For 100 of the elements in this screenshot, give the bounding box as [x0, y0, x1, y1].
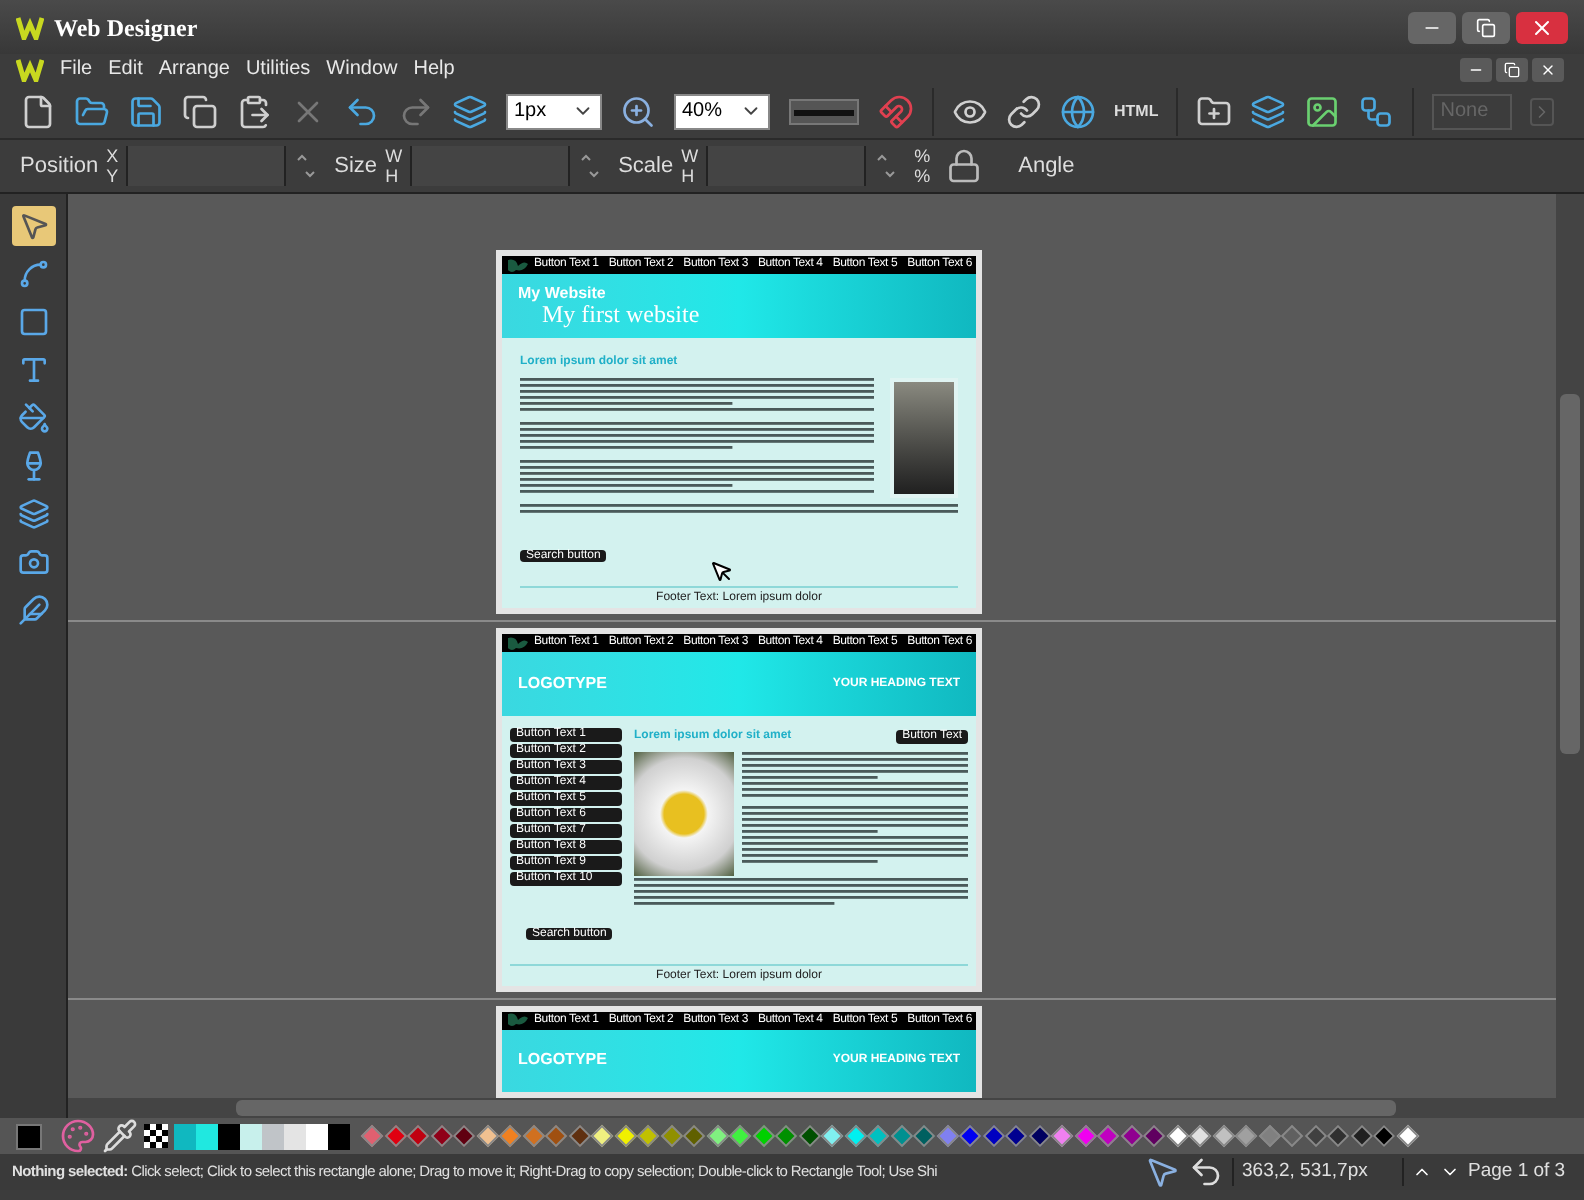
no-color-swatch[interactable] [16, 1123, 42, 1149]
color-swatch[interactable] [218, 1123, 240, 1149]
wrap-icon[interactable] [1188, 1154, 1224, 1190]
color-swatch[interactable] [1165, 1124, 1189, 1148]
color-swatch[interactable] [1372, 1124, 1396, 1148]
connector-icon[interactable] [1358, 93, 1395, 129]
color-swatch[interactable] [1142, 1124, 1166, 1148]
color-swatch[interactable] [567, 1124, 591, 1148]
color-swatch[interactable] [1303, 1124, 1327, 1148]
color-swatch[interactable] [751, 1124, 775, 1148]
restore-button[interactable] [1496, 57, 1528, 81]
color-swatch[interactable] [174, 1123, 196, 1149]
spinner-icon[interactable] [294, 152, 319, 180]
color-swatch[interactable] [1395, 1124, 1419, 1148]
color-swatch[interactable] [284, 1123, 306, 1149]
selection-icon[interactable] [1144, 1154, 1180, 1190]
save-icon[interactable] [128, 93, 164, 129]
color-swatch[interactable] [328, 1123, 350, 1149]
color-swatch[interactable] [521, 1124, 545, 1148]
color-swatch[interactable] [1004, 1124, 1028, 1148]
color-swatch[interactable] [705, 1124, 729, 1148]
spinner-icon[interactable] [874, 152, 899, 180]
color-swatch[interactable] [240, 1123, 262, 1149]
spinner-icon[interactable] [578, 152, 603, 180]
color-swatch[interactable] [452, 1124, 476, 1148]
color-swatch[interactable] [843, 1124, 867, 1148]
line-width-dropdown[interactable]: 1px [506, 93, 602, 129]
pointer-icon[interactable] [11, 206, 55, 246]
lock-icon[interactable] [946, 148, 983, 184]
color-swatch[interactable] [262, 1123, 284, 1149]
scrollbar-thumb[interactable] [1560, 394, 1580, 754]
eyedropper-icon[interactable] [102, 1118, 138, 1154]
color-swatch[interactable] [1280, 1124, 1304, 1148]
paste-icon[interactable] [236, 93, 272, 129]
restore-button[interactable] [1462, 11, 1510, 43]
color-swatch[interactable] [912, 1124, 936, 1148]
menu-item[interactable]: Utilities [245, 54, 311, 84]
zoom-icon[interactable] [620, 93, 656, 129]
menu-item[interactable]: Arrange [158, 54, 230, 84]
color-swatch[interactable] [1119, 1124, 1143, 1148]
color-swatch[interactable] [306, 1123, 328, 1149]
color-swatch[interactable] [1211, 1124, 1235, 1148]
color-swatch[interactable] [383, 1124, 407, 1148]
color-swatch[interactable] [797, 1124, 821, 1148]
close-button[interactable] [1532, 57, 1564, 81]
color-swatch[interactable] [1257, 1124, 1281, 1148]
color-swatch[interactable] [360, 1124, 384, 1148]
menu-item[interactable]: File [60, 54, 93, 84]
color-swatch[interactable] [935, 1124, 959, 1148]
image-icon[interactable] [1304, 93, 1341, 129]
color-swatch[interactable] [1188, 1124, 1212, 1148]
color-swatch[interactable] [958, 1124, 982, 1148]
input-field[interactable] [706, 146, 867, 186]
color-swatch[interactable] [866, 1124, 890, 1148]
redo-icon[interactable] [398, 93, 434, 129]
vertical-scrollbar[interactable] [1556, 194, 1584, 1098]
globe-icon[interactable] [1060, 93, 1096, 129]
color-swatch[interactable] [1234, 1124, 1258, 1148]
color-swatch[interactable] [544, 1124, 568, 1148]
magnet-icon[interactable] [878, 93, 914, 129]
html-export-button[interactable]: HTML [1114, 99, 1159, 123]
color-swatch[interactable] [613, 1124, 637, 1148]
undo-icon[interactable] [344, 93, 380, 129]
color-swatch[interactable] [429, 1124, 453, 1148]
color-swatch[interactable] [196, 1123, 218, 1149]
color-swatch[interactable] [774, 1124, 798, 1148]
copy-icon[interactable] [182, 93, 218, 129]
scrollbar-thumb[interactable] [236, 1100, 1396, 1116]
color-swatch[interactable] [498, 1124, 522, 1148]
input-field[interactable] [126, 146, 287, 186]
line-style-icon[interactable] [788, 97, 860, 125]
color-swatch[interactable] [1096, 1124, 1120, 1148]
color-swatch[interactable] [1073, 1124, 1097, 1148]
menu-item[interactable]: Help [413, 54, 455, 84]
color-swatch[interactable] [1349, 1124, 1373, 1148]
link-icon[interactable] [1006, 93, 1042, 129]
close-button[interactable] [1516, 11, 1568, 43]
transparent-swatch[interactable] [144, 1124, 168, 1148]
menu-item[interactable]: Edit [108, 54, 143, 84]
color-swatch[interactable] [659, 1124, 683, 1148]
menu-item[interactable]: Window [326, 54, 398, 84]
color-swatch[interactable] [1050, 1124, 1074, 1148]
color-wheel-icon[interactable] [60, 1118, 96, 1154]
horizontal-scrollbar[interactable] [68, 1098, 1584, 1118]
layers-icon[interactable] [1250, 93, 1287, 129]
new-document-icon[interactable] [20, 93, 56, 129]
folder-icon[interactable] [1196, 93, 1233, 129]
color-swatch[interactable] [820, 1124, 844, 1148]
color-swatch[interactable] [475, 1124, 499, 1148]
color-swatch[interactable] [1027, 1124, 1051, 1148]
input-field[interactable] [410, 146, 571, 186]
open-folder-icon[interactable] [74, 93, 110, 129]
color-swatch[interactable] [682, 1124, 706, 1148]
zoom-dropdown[interactable]: 40% [674, 93, 770, 129]
minimize-button[interactable] [1460, 57, 1492, 81]
color-swatch[interactable] [1326, 1124, 1350, 1148]
color-swatch[interactable] [889, 1124, 913, 1148]
color-swatch[interactable] [406, 1124, 430, 1148]
color-swatch[interactable] [981, 1124, 1005, 1148]
color-swatch[interactable] [636, 1124, 660, 1148]
